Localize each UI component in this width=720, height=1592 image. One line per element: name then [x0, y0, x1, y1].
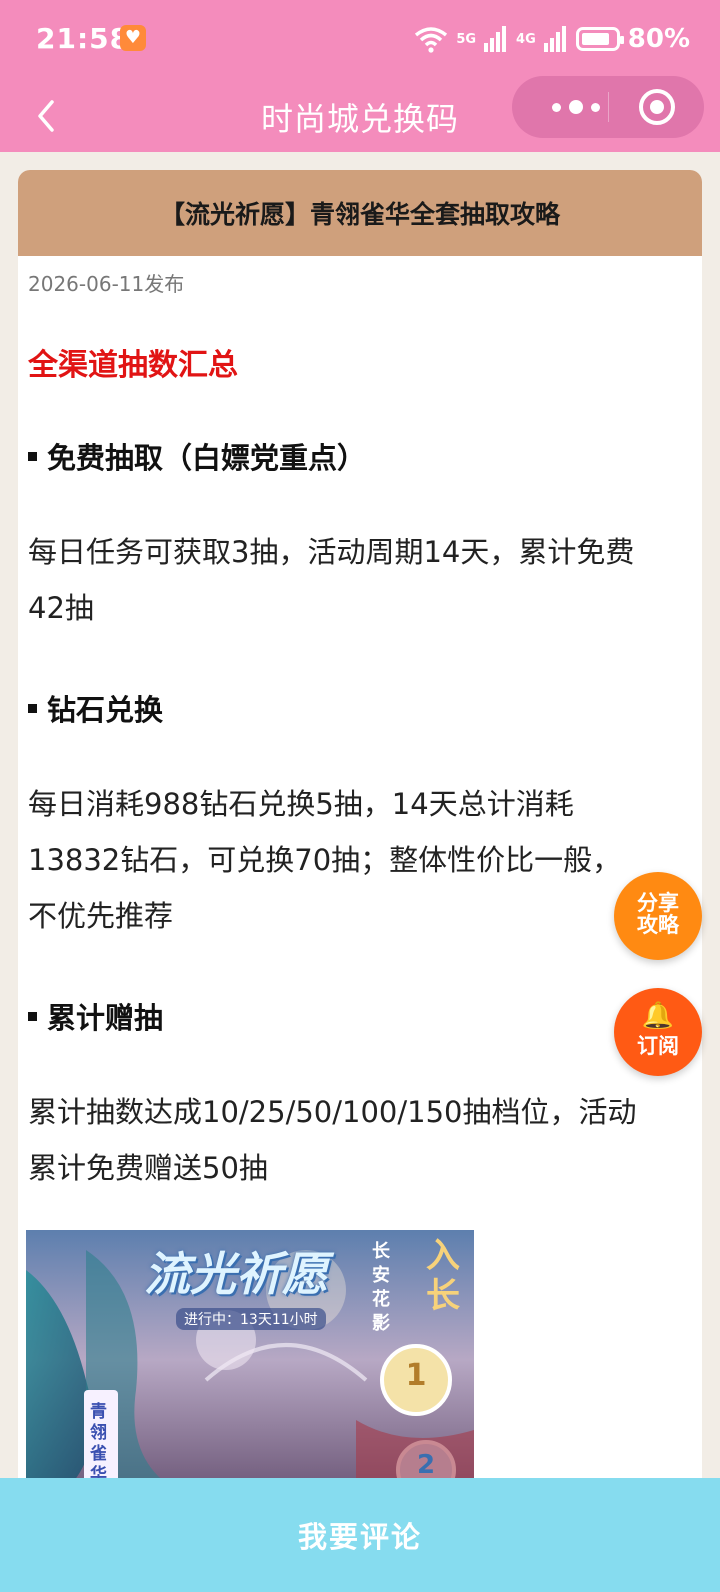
status-indicators: 5G 4G 80%	[414, 24, 690, 54]
status-bar: 21:58 ♥ 5G 4G 80%	[0, 0, 720, 80]
paragraph-line: 13832钻石，可兑换70抽；整体性价比一般，	[28, 843, 622, 877]
subscribe-button[interactable]: 🔔 订阅	[614, 988, 702, 1076]
share-label-line2: 攻略	[637, 913, 679, 937]
paragraph-line: 42抽	[28, 591, 94, 625]
bullet-icon	[28, 1011, 37, 1021]
publish-date: 2026-06-11发布	[28, 272, 185, 296]
article-body: 2026-06-11发布 全渠道抽数汇总 免费抽取（白嫖党重点） 每日任务可获取…	[18, 268, 702, 1196]
banner-title: 流光祈愿	[144, 1247, 328, 1301]
banner-right-text: 入长	[426, 1236, 460, 1316]
subscribe-label: 订阅	[637, 1034, 679, 1058]
signal-5g-label: 5G	[456, 31, 477, 47]
banner-status: 进行中：13天11小时	[176, 1308, 326, 1330]
miniprogram-capsule	[512, 76, 704, 138]
bullet-icon	[28, 451, 37, 461]
signal-bars-icon	[484, 26, 507, 52]
bullet-icon	[28, 703, 37, 713]
subhead-label: 免费抽取（白嫖党重点）	[47, 441, 367, 475]
paragraph-line: 每日消耗988钻石兑换5抽，14天总计消耗	[28, 787, 574, 821]
status-time: 21:58	[36, 22, 131, 55]
bell-icon: 🔔	[641, 1001, 675, 1031]
comment-bar[interactable]: 我要评论	[0, 1478, 720, 1592]
subhead-label: 累计赠抽	[47, 1001, 164, 1035]
share-label-line1: 分享	[637, 891, 679, 915]
close-miniprogram-icon[interactable]	[639, 89, 675, 125]
banner-vertical-text: 青翎雀华	[90, 1402, 107, 1485]
battery-icon	[575, 27, 624, 51]
subhead-free-draws: 免费抽取（白嫖党重点）	[28, 436, 692, 476]
share-guide-button[interactable]: 分享 攻略	[614, 872, 702, 960]
signal-4g-label: 4G	[516, 31, 536, 47]
wifi-icon	[415, 27, 448, 53]
battery-percent: 80%	[627, 24, 690, 54]
paragraph-cumulative-bonus: 累计抽数达成10/25/50/100/150抽档位，活动 累计免费赠送50抽	[28, 1084, 692, 1196]
subhead-diamond-exchange: 钻石兑换	[28, 688, 692, 728]
paragraph-line: 累计抽数达成10/25/50/100/150抽档位，活动	[28, 1095, 637, 1129]
subhead-cumulative-bonus: 累计赠抽	[28, 996, 692, 1036]
rank-badge-1: 1	[405, 1358, 427, 1393]
event-banner-image[interactable]: 流光祈愿 进行中：13天11小时 长安花影 入长 青翎雀华 1 2	[26, 1230, 474, 1490]
banner-side-text: 长安花影	[372, 1241, 390, 1334]
subhead-label: 钻石兑换	[47, 693, 164, 727]
paragraph-line: 每日任务可获取3抽，活动周期14天，累计免费	[28, 535, 635, 569]
signal-bars-icon-2	[543, 26, 566, 52]
comment-button-label: 我要评论	[297, 1520, 422, 1554]
paragraph-free-draws: 每日任务可获取3抽，活动周期14天，累计免费 42抽	[28, 524, 692, 636]
section-title: 全渠道抽数汇总	[28, 348, 238, 383]
paragraph-line: 不优先推荐	[28, 899, 174, 933]
paragraph-line: 累计免费赠送50抽	[28, 1151, 268, 1185]
article-title: 【流光祈愿】青翎雀华全套抽取攻略	[18, 170, 702, 256]
capsule-divider	[608, 92, 609, 122]
article-card: 【流光祈愿】青翎雀华全套抽取攻略 2026-06-11发布 全渠道抽数汇总 免费…	[18, 170, 702, 1500]
more-options-icon[interactable]	[536, 76, 616, 138]
rank-badge-2: 2	[416, 1450, 436, 1480]
heart-app-icon: ♥	[120, 25, 146, 51]
paragraph-diamond-exchange: 每日消耗988钻石兑换5抽，14天总计消耗 13832钻石，可兑换70抽；整体性…	[28, 776, 692, 944]
